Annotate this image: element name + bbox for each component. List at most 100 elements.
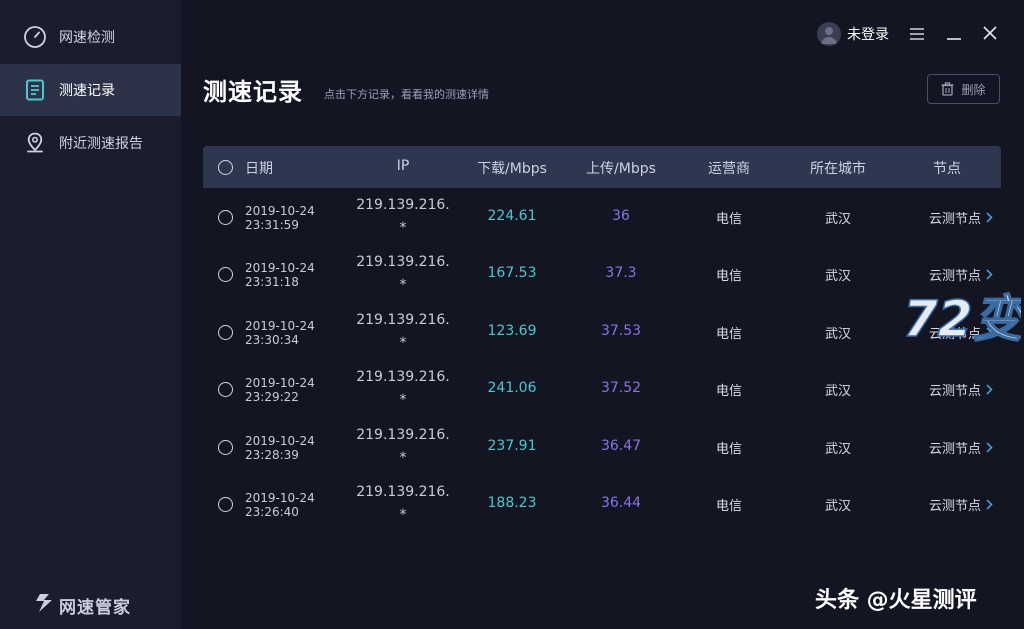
row-node-link[interactable]: 云测节点 bbox=[897, 438, 993, 457]
row-ip: 219.139.216. bbox=[356, 254, 450, 270]
row-radio[interactable] bbox=[218, 440, 233, 455]
table-row[interactable]: 2019-10-24 23:31:59 219.139.216. * 224.6… bbox=[203, 189, 1001, 246]
row-isp: 电信 bbox=[715, 499, 742, 514]
row-node: 云测节点 bbox=[928, 212, 981, 227]
row-download: 167.53 bbox=[487, 265, 537, 281]
sidebar-item-nearby-report[interactable]: 附近测速报告 bbox=[0, 117, 181, 169]
delete-label: 删除 bbox=[961, 82, 986, 97]
row-download: 241.06 bbox=[487, 380, 537, 396]
row-upload: 37.53 bbox=[600, 323, 642, 339]
row-upload: 36.44 bbox=[600, 495, 642, 511]
chevron-right-icon bbox=[986, 499, 993, 510]
row-node: 云测节点 bbox=[928, 499, 981, 514]
row-download: 224.61 bbox=[487, 208, 537, 224]
delete-button[interactable]: 删除 bbox=[927, 74, 1000, 104]
row-date: 2019-10-24 bbox=[245, 376, 315, 390]
row-ip: 219.139.216. bbox=[356, 197, 450, 213]
table-row[interactable]: 2019-10-24 23:26:40 219.139.216. * 188.2… bbox=[203, 476, 1001, 533]
page-hint: 点击下方记录，看看我的测速详情 bbox=[324, 88, 489, 101]
row-time: 23:31:59 bbox=[245, 218, 299, 232]
select-all-radio[interactable] bbox=[218, 160, 233, 175]
row-radio[interactable] bbox=[218, 382, 233, 397]
row-ip: 219.139.216. bbox=[356, 427, 450, 443]
sidebar-item-speed-test[interactable]: 网速检测 bbox=[0, 11, 181, 63]
row-city: 武汉 bbox=[824, 384, 851, 399]
close-icon bbox=[983, 25, 997, 44]
row-city: 武汉 bbox=[824, 212, 851, 227]
row-isp: 电信 bbox=[715, 269, 742, 284]
header-isp: 运营商 bbox=[708, 161, 750, 177]
row-date: 2019-10-24 bbox=[245, 491, 315, 505]
header-upload: 上传/Mbps bbox=[586, 161, 656, 177]
row-upload: 36 bbox=[612, 208, 630, 224]
row-ip: 219.139.216. bbox=[356, 312, 450, 328]
header-city: 所在城市 bbox=[810, 161, 866, 177]
location-pin-icon bbox=[23, 131, 47, 155]
row-date: 2019-10-24 bbox=[245, 319, 315, 333]
row-date: 2019-10-24 bbox=[245, 261, 315, 275]
row-download: 188.23 bbox=[487, 495, 537, 511]
row-node-link[interactable]: 云测节点 bbox=[897, 265, 993, 284]
table-header: 日期 IP 下载/Mbps 上传/Mbps 运营商 所在城市 节点 bbox=[203, 146, 1001, 188]
row-download: 237.91 bbox=[487, 438, 537, 454]
sidebar-item-label: 附近测速报告 bbox=[59, 136, 143, 152]
user-status: 未登录 bbox=[847, 27, 889, 43]
row-node-link[interactable]: 云测节点 bbox=[897, 208, 993, 227]
header-node: 节点 bbox=[933, 161, 961, 177]
minimize-button[interactable] bbox=[942, 22, 966, 46]
row-time: 23:31:18 bbox=[245, 275, 299, 289]
row-ip-masked: * bbox=[399, 507, 407, 523]
row-node-link[interactable]: 云测节点 bbox=[897, 380, 993, 399]
row-date: 2019-10-24 bbox=[245, 434, 315, 448]
table-row[interactable]: 2019-10-24 23:29:22 219.139.216. * 241.0… bbox=[203, 361, 1001, 418]
header-download: 下载/Mbps bbox=[477, 161, 547, 177]
row-radio[interactable] bbox=[218, 210, 233, 225]
row-date: 2019-10-24 bbox=[245, 204, 315, 218]
sidebar-item-label: 测速记录 bbox=[59, 83, 115, 99]
chevron-right-icon bbox=[986, 269, 993, 280]
row-radio[interactable] bbox=[218, 325, 233, 340]
row-isp: 电信 bbox=[715, 442, 742, 457]
row-isp: 电信 bbox=[715, 212, 742, 227]
table-row[interactable]: 2019-10-24 23:30:34 219.139.216. * 123.6… bbox=[203, 304, 1001, 361]
sidebar-item-speed-records[interactable]: 测速记录 bbox=[0, 64, 181, 116]
document-icon bbox=[23, 78, 47, 102]
row-ip-masked: * bbox=[399, 220, 407, 236]
page-title: 测速记录 bbox=[203, 78, 303, 106]
app-logo-icon bbox=[34, 592, 54, 619]
menu-button[interactable] bbox=[905, 22, 929, 46]
row-city: 武汉 bbox=[824, 269, 851, 284]
chevron-right-icon bbox=[986, 384, 993, 395]
row-city: 武汉 bbox=[824, 499, 851, 514]
row-isp: 电信 bbox=[715, 327, 742, 342]
watermark-text: 头条 @火星测评 bbox=[815, 588, 977, 613]
watermark-logo: 72变 bbox=[901, 288, 1024, 349]
row-node-link[interactable]: 云测节点 bbox=[897, 495, 993, 514]
row-ip: 219.139.216. bbox=[356, 369, 450, 385]
row-city: 武汉 bbox=[824, 442, 851, 457]
table-row[interactable]: 2019-10-24 23:31:18 219.139.216. * 167.5… bbox=[203, 246, 1001, 303]
row-download: 123.69 bbox=[487, 323, 537, 339]
row-upload: 37.3 bbox=[605, 265, 637, 281]
chevron-right-icon bbox=[986, 212, 993, 223]
table-row[interactable]: 2019-10-24 23:28:39 219.139.216. * 237.9… bbox=[203, 419, 1001, 476]
header-ip: IP bbox=[396, 158, 410, 174]
avatar bbox=[817, 22, 841, 46]
row-radio[interactable] bbox=[218, 267, 233, 282]
speedometer-icon bbox=[23, 25, 47, 49]
row-ip-masked: * bbox=[399, 392, 407, 408]
user-login[interactable]: 未登录 bbox=[817, 22, 889, 46]
row-time: 23:28:39 bbox=[245, 448, 299, 462]
sidebar-item-label: 网速检测 bbox=[59, 30, 115, 46]
row-ip-masked: * bbox=[399, 450, 407, 466]
row-isp: 电信 bbox=[715, 384, 742, 399]
close-button[interactable] bbox=[978, 22, 1002, 46]
watermark-logo-text: 72变 bbox=[903, 290, 1021, 344]
row-city: 武汉 bbox=[824, 327, 851, 342]
brand-name: 网速管家 bbox=[59, 598, 131, 618]
row-time: 23:29:22 bbox=[245, 390, 299, 404]
row-ip: 219.139.216. bbox=[356, 484, 450, 500]
chevron-right-icon bbox=[986, 442, 993, 453]
minimize-icon bbox=[947, 25, 961, 44]
row-radio[interactable] bbox=[218, 497, 233, 512]
